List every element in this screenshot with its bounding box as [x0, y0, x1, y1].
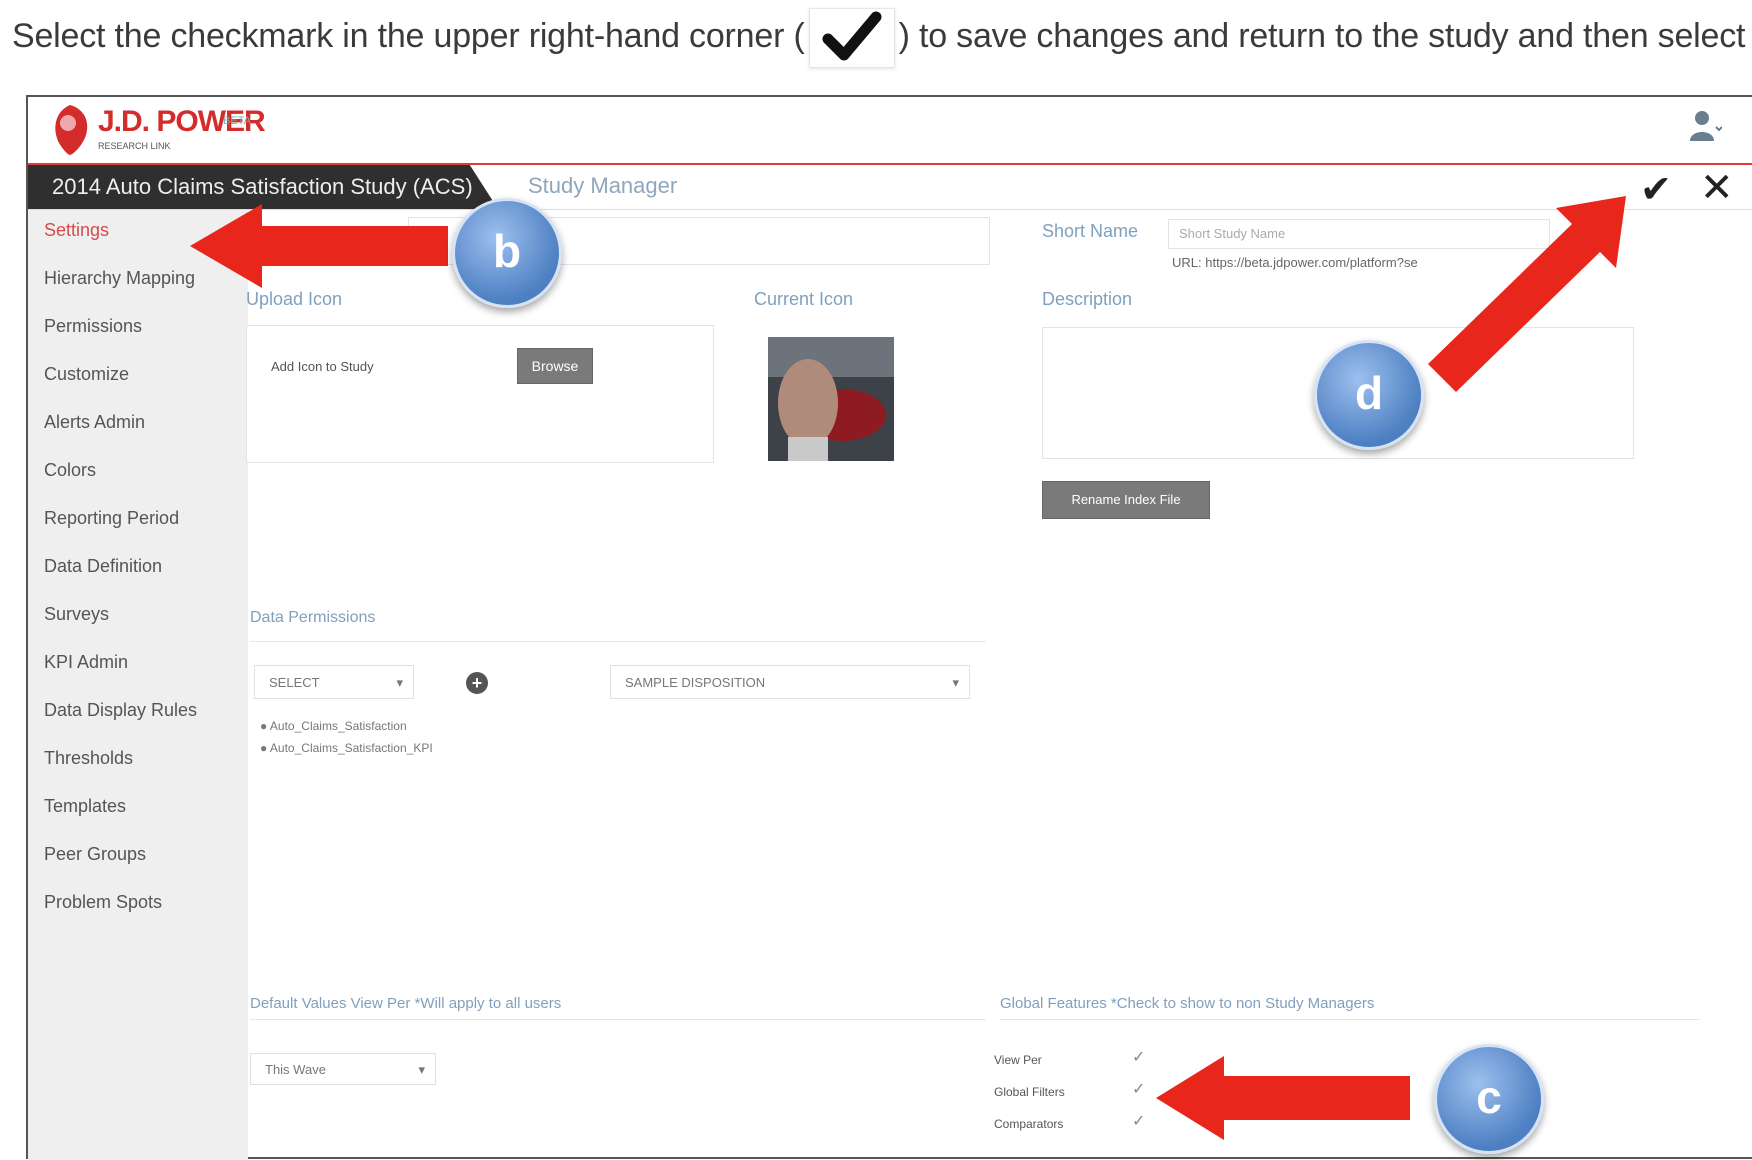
annotation-badge-d: d — [1314, 340, 1424, 450]
annotation-arrows — [190, 196, 1626, 1140]
arrow-c — [1156, 1056, 1410, 1140]
annotation-badge-c: c — [1434, 1044, 1544, 1154]
annotation-badge-b: b — [452, 198, 562, 308]
arrow-d — [1428, 196, 1626, 392]
arrow-b — [190, 204, 448, 288]
